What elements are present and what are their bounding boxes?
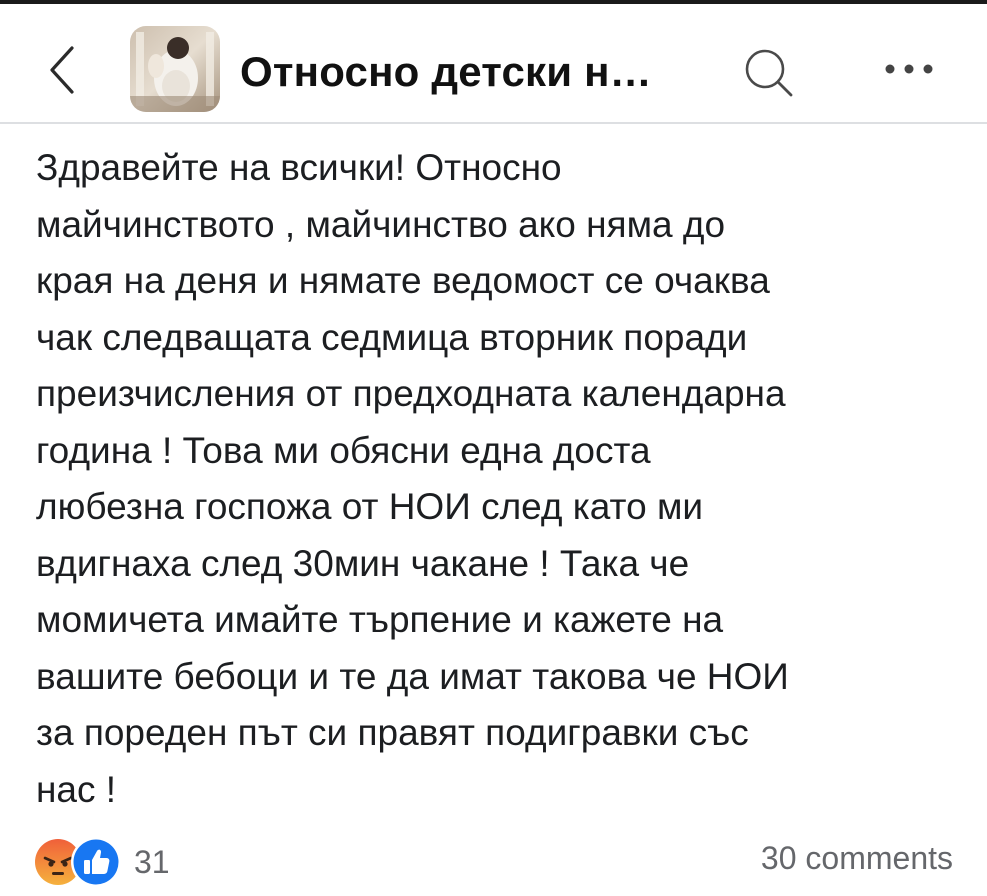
like-reaction-icon (71, 837, 121, 887)
more-options-button[interactable] (878, 54, 940, 84)
group-title[interactable]: Относно детски н… (240, 44, 652, 100)
post-text: Здравейте на всички! Относно майчинствот… (36, 147, 789, 810)
search-icon (745, 49, 793, 97)
reaction-icons (34, 836, 121, 888)
more-horizontal-icon (885, 64, 933, 74)
reaction-count: 31 (134, 843, 170, 880)
back-button[interactable] (40, 40, 84, 100)
reactions-summary[interactable]: 31 (34, 834, 170, 890)
group-photo (130, 26, 220, 112)
group-header: Относно детски н… (0, 4, 987, 122)
chevron-left-icon (50, 46, 74, 94)
search-button[interactable] (738, 42, 798, 102)
comments-link[interactable]: 30 comments (761, 840, 953, 877)
group-avatar[interactable] (130, 26, 220, 112)
header-divider (0, 122, 987, 124)
